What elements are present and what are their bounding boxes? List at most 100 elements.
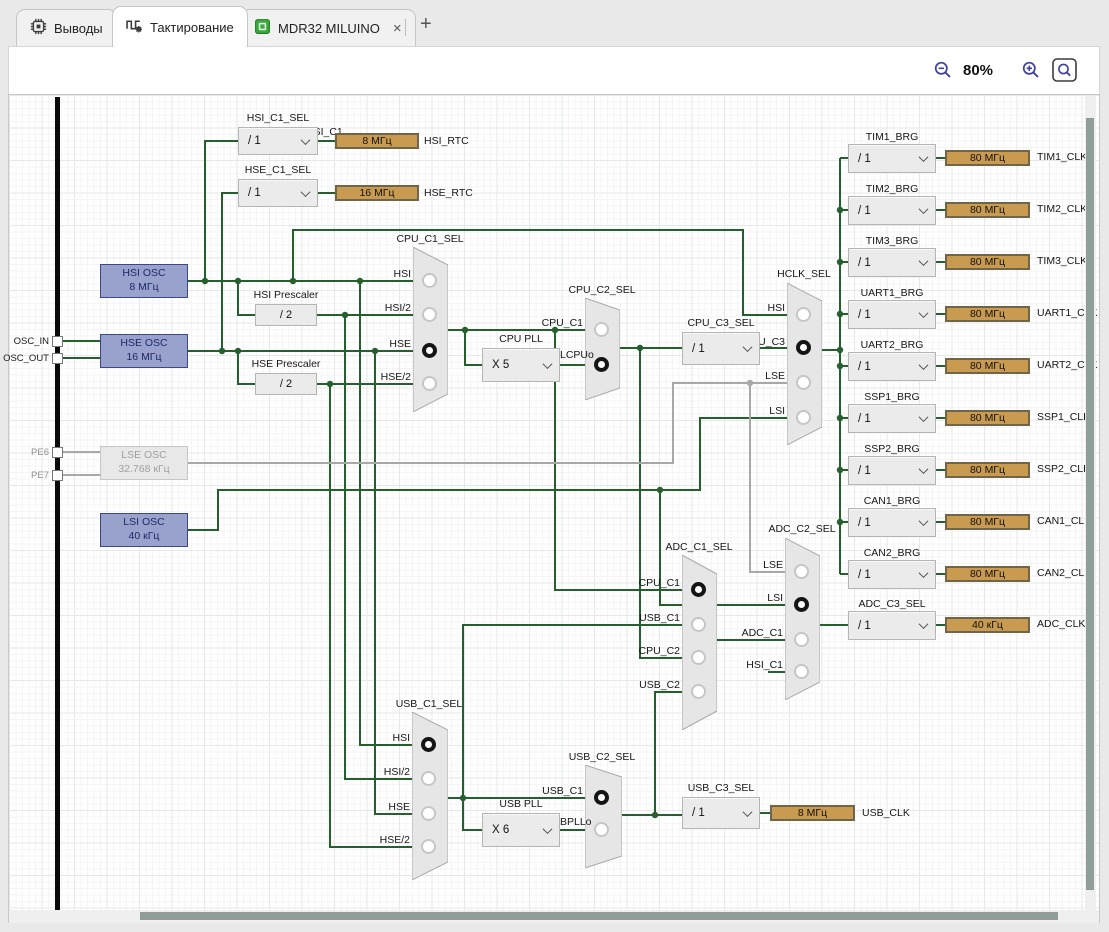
chip-edge-line — [55, 97, 60, 910]
tim1-brg-dropdown[interactable]: / 1 — [848, 144, 936, 173]
tab-clocking[interactable]: Тактирование — [112, 6, 248, 47]
lsi-osc-box: LSI OSC40 кГц — [100, 513, 188, 547]
tim3-brg-dropdown[interactable]: / 1 — [848, 248, 936, 277]
hclk-sel-label: HCLK_SEL — [759, 268, 849, 280]
usb-c3-sel-label: USB_C3_SEL — [675, 782, 767, 794]
hsi-c1-sel-dropdown[interactable]: / 1 — [238, 127, 318, 155]
chevron-down-icon — [919, 360, 929, 370]
radio-hclk-cpu-c3[interactable] — [796, 340, 811, 355]
chevron-down-icon — [919, 204, 929, 214]
hsi-c1-sel-label: HSI_C1_SEL — [230, 112, 326, 124]
brg-label: CAN2_BRG — [846, 547, 938, 559]
hse-c1-sel-dropdown[interactable]: / 1 — [238, 179, 318, 207]
radio-adc-c1-cpu-c2[interactable] — [691, 650, 706, 665]
chevron-down-icon — [919, 256, 929, 266]
usb-clk-freq-box: 8 МГц — [770, 805, 855, 821]
vertical-scrollbar-thumb[interactable] — [1086, 118, 1094, 890]
wire-label-usb-c1: USB_C1 — [620, 612, 680, 624]
radio-adc-c2-hsi-c1[interactable] — [794, 664, 809, 679]
radio-cpu-c1-hse2[interactable] — [422, 376, 437, 391]
uart2-freq-box: 80 МГц — [945, 358, 1030, 374]
radio-usb-c1-hse[interactable] — [421, 806, 436, 821]
horizontal-scrollbar-thumb[interactable] — [140, 912, 1058, 920]
tab-pins[interactable]: Выводы — [16, 9, 117, 46]
usb-clk-label: USB_CLK — [862, 807, 910, 819]
radio-adc-c1-cpu-c1[interactable] — [691, 582, 706, 597]
tim2-brg-dropdown[interactable]: / 1 — [848, 196, 936, 225]
close-icon[interactable]: × — [393, 20, 402, 37]
usb-pll-dropdown[interactable]: X 6 — [482, 813, 560, 847]
new-tab-button[interactable]: + — [420, 13, 432, 36]
radio-usb-c2-pll[interactable] — [594, 822, 609, 837]
wire-label-usb-c1: USB_C1 — [523, 785, 583, 797]
tab-project[interactable]: MDR32 MILUINO × — [240, 9, 416, 46]
usb-c3-sel-dropdown[interactable]: / 1 — [682, 797, 760, 829]
radio-adc-c2-lse[interactable] — [794, 564, 809, 579]
uart2-brg-dropdown[interactable]: / 1 — [848, 352, 936, 381]
clk-label: CAN1_CLK — [1037, 515, 1091, 527]
wire-label-hsi: HSI — [351, 268, 411, 280]
pin-pe7[interactable] — [52, 470, 63, 481]
pin-osc-out[interactable] — [52, 353, 63, 364]
radio-hclk-hsi[interactable] — [796, 307, 811, 322]
cpu-c2-sel-label: CPU_C2_SEL — [557, 284, 647, 296]
clock-waveform-icon — [126, 17, 143, 37]
pin-label-osc-in: OSC_IN — [2, 336, 49, 347]
hse-rtc-label: HSE_RTC — [424, 187, 473, 199]
tim3-freq-box: 80 МГц — [945, 254, 1030, 270]
pin-osc-in[interactable] — [52, 336, 63, 347]
adc-c2-sel-label: ADC_C2_SEL — [757, 523, 847, 535]
adc-c1-sel-label: ADC_C1_SEL — [654, 541, 744, 553]
cpu-pll-out-label: LCPUo — [560, 349, 594, 361]
wire-label-hse: HSE — [351, 338, 411, 350]
chevron-down-icon — [743, 807, 753, 817]
ssp1-brg-dropdown[interactable]: / 1 — [848, 404, 936, 433]
wire-label-adc-c1: ADC_C1 — [723, 627, 783, 639]
radio-adc-c2-adc-c1[interactable] — [794, 632, 809, 647]
radio-cpu-c1-hse[interactable] — [422, 343, 437, 358]
zoom-in-button[interactable] — [1021, 60, 1041, 85]
radio-hclk-lsi[interactable] — [796, 410, 811, 425]
can2-brg-dropdown[interactable]: / 1 — [848, 560, 936, 589]
zoom-fit-button[interactable] — [1052, 58, 1077, 87]
cpu-pll-dropdown[interactable]: X 5 — [482, 348, 560, 382]
radio-adc-c2-lsi[interactable] — [794, 597, 809, 612]
radio-cpu-c1-hsi2[interactable] — [422, 307, 437, 322]
radio-usb-c1-hsi[interactable] — [421, 737, 436, 752]
brg-label: TIM3_BRG — [846, 235, 938, 247]
pin-pe6[interactable] — [52, 447, 63, 458]
hse-rtc-freq-box: 16 МГц — [335, 185, 419, 201]
wire-label-lsi: LSI — [725, 405, 785, 417]
radio-adc-c1-usb-c1[interactable] — [691, 617, 706, 632]
wire-label-hse: HSE — [350, 801, 410, 813]
brg-label: UART2_BRG — [846, 339, 938, 351]
chip-icon — [30, 18, 47, 38]
chevron-down-icon — [919, 619, 929, 629]
hsi-prescaler-box: / 2 — [255, 304, 317, 326]
hsi-prescaler-label: HSI Prescaler — [240, 289, 332, 301]
cpu-c3-sel-dropdown[interactable]: / 1 — [682, 332, 760, 365]
chevron-down-icon — [919, 412, 929, 422]
radio-cpu-c2-pll[interactable] — [594, 357, 609, 372]
cpu-pll-label: CPU PLL — [475, 333, 567, 345]
radio-hclk-lse[interactable] — [796, 375, 811, 390]
chevron-down-icon — [919, 152, 929, 162]
tim2-freq-box: 80 МГц — [945, 202, 1030, 218]
adc-c3-sel-dropdown[interactable]: / 1 — [848, 611, 936, 640]
ssp2-freq-box: 80 МГц — [945, 462, 1030, 478]
can1-brg-dropdown[interactable]: / 1 — [848, 508, 936, 537]
zoom-out-button[interactable] — [933, 60, 953, 85]
uart1-freq-box: 80 МГц — [945, 306, 1030, 322]
ssp2-brg-dropdown[interactable]: / 1 — [848, 456, 936, 485]
radio-adc-c1-usb-c2[interactable] — [691, 684, 706, 699]
brg-label: TIM2_BRG — [846, 183, 938, 195]
radio-usb-c2-usb-c1[interactable] — [594, 790, 609, 805]
adc-freq-box: 40 кГц — [945, 617, 1030, 633]
radio-cpu-c2-cpu-c1[interactable] — [594, 322, 609, 337]
radio-usb-c1-hsi2[interactable] — [421, 771, 436, 786]
radio-cpu-c1-hsi[interactable] — [422, 273, 437, 288]
brg-label: SSP2_BRG — [846, 443, 938, 455]
radio-usb-c1-hse2[interactable] — [421, 839, 436, 854]
wire-label-hsi2: HSI/2 — [351, 302, 411, 314]
uart1-brg-dropdown[interactable]: / 1 — [848, 300, 936, 329]
